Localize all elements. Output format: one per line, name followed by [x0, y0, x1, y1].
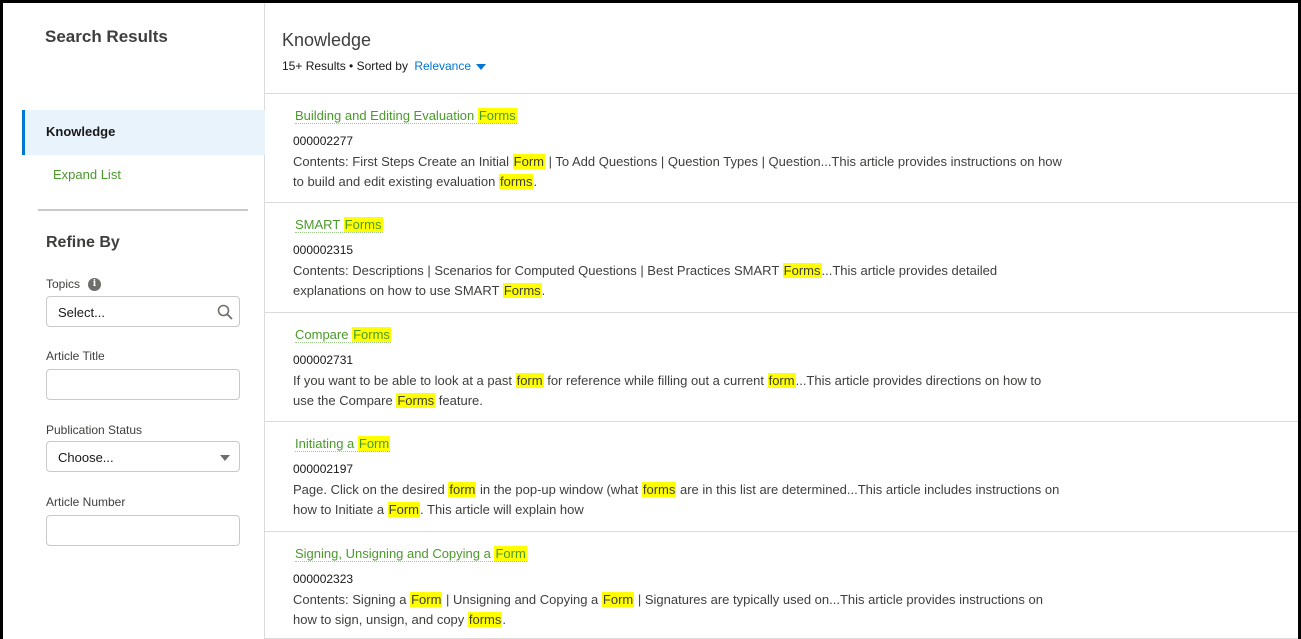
publication-status-value: Choose...: [58, 450, 114, 465]
article-number: 000002731: [293, 353, 354, 367]
text-segment: .: [533, 173, 538, 189]
results-meta: 15+ Results • Sorted by Relevance: [282, 59, 487, 73]
sidebar: Search Results Knowledge Expand List Ref…: [3, 3, 265, 639]
text-segment: Initiating a: [295, 436, 358, 451]
search-icon: [217, 304, 233, 320]
result-title-link[interactable]: SMART Forms: [295, 217, 383, 233]
text-segment: If you want to be able to look at a past: [293, 373, 516, 388]
text-segment: Contents: First Steps Create an Initial: [293, 154, 513, 169]
search-highlight: forms: [467, 611, 503, 627]
result-title-link[interactable]: Compare Forms: [295, 327, 391, 343]
result-summary: Page. Click on the desired form in the p…: [293, 480, 1063, 519]
chevron-down-icon: [220, 455, 230, 461]
nav-item-knowledge[interactable]: Knowledge: [22, 110, 265, 155]
text-segment: | Unsigning and Copying a: [442, 592, 602, 607]
search-highlight: forms: [641, 482, 677, 497]
text-segment: Contents: Descriptions | Scenarios for C…: [293, 263, 783, 278]
sidebar-title: Search Results: [45, 27, 168, 46]
sidebar-divider: [38, 209, 248, 211]
search-highlight: Form: [357, 436, 391, 451]
sort-value: Relevance: [414, 59, 472, 73]
text-segment: SMART: [295, 217, 344, 232]
search-highlight: Forms: [502, 282, 542, 298]
search-highlight: form: [448, 482, 477, 497]
text-segment: Signing, Unsigning and Copying a: [295, 546, 495, 561]
search-highlight: form: [515, 373, 544, 388]
sort-dropdown[interactable]: Relevance: [414, 59, 487, 73]
article-number-input[interactable]: [46, 515, 240, 546]
results-count: 15+ Results: [282, 59, 346, 73]
article-number: 000002323: [293, 572, 354, 586]
text-segment: Page. Click on the desired: [293, 482, 449, 497]
app-frame: Search Results Knowledge Expand List Ref…: [0, 0, 1301, 639]
topics-label-text: Topics: [46, 277, 81, 291]
result-item: Initiating a Form 000002197 Page. Click on…: [265, 422, 1298, 532]
article-number: 000002315: [293, 243, 354, 257]
text-segment: feature.: [435, 392, 483, 408]
topics-label: Topics i: [46, 277, 102, 292]
search-highlight: Form: [512, 154, 545, 169]
expand-list-link[interactable]: Expand List: [53, 167, 121, 182]
text-segment: . This article will explain how: [420, 501, 584, 517]
page-title: Knowledge: [282, 30, 372, 50]
search-highlight: Form: [494, 546, 527, 561]
result-item: Compare Forms 000002731 If you want to be …: [265, 313, 1298, 422]
search-highlight: Form: [601, 592, 635, 607]
text-segment: .: [541, 282, 546, 298]
result-summary: Contents: First Steps Create an Initial …: [293, 152, 1063, 191]
search-highlight: Forms: [396, 392, 436, 408]
refine-by-heading: Refine By: [46, 234, 120, 251]
main-content: Knowledge 15+ Results • Sorted by Releva…: [265, 3, 1298, 639]
text-segment: Contents: Signing a: [293, 592, 411, 607]
search-highlight: Form: [387, 501, 421, 517]
article-number: 000002277: [293, 134, 354, 148]
search-highlight: Forms: [477, 108, 517, 123]
result-summary: Contents: Signing a Form | Unsigning and…: [293, 590, 1063, 629]
article-number: 000002197: [293, 462, 354, 476]
search-highlight: form: [767, 373, 796, 388]
bullet-separator: •: [349, 59, 357, 73]
publication-status-select[interactable]: Choose...: [46, 441, 240, 472]
publication-status-label: Publication Status: [46, 423, 143, 437]
caret-down-icon: [476, 63, 487, 70]
result-item: Signing, Unsigning and Copying a Form 000…: [265, 532, 1298, 639]
topics-combobox[interactable]: Select...: [46, 296, 240, 327]
article-title-input[interactable]: [46, 369, 240, 400]
result-item: Building and Editing Evaluation Forms 000…: [265, 94, 1298, 203]
article-title-label: Article Title: [46, 349, 105, 363]
result-item: SMART Forms 000002315 Contents: Descriptio…: [265, 203, 1298, 313]
search-highlight: Forms: [343, 217, 383, 232]
result-title-link[interactable]: Initiating a Form: [295, 436, 391, 452]
result-summary: Contents: Descriptions | Scenarios for C…: [293, 261, 1063, 300]
article-number-label: Article Number: [46, 495, 126, 509]
text-segment: Building and Editing Evaluation: [295, 108, 478, 123]
result-title-link[interactable]: Building and Editing Evaluation Forms: [295, 108, 517, 124]
search-highlight: Forms: [782, 263, 822, 278]
search-highlight: Forms: [352, 327, 391, 342]
search-highlight: forms: [498, 173, 534, 189]
search-highlight: Form: [410, 592, 443, 607]
result-title-link[interactable]: Signing, Unsigning and Copying a Form: [295, 546, 527, 562]
result-summary: If you want to be able to look at a past…: [293, 371, 1063, 410]
text-segment: Compare: [295, 327, 353, 342]
text-segment: for reference while filling out a curren…: [543, 373, 768, 388]
text-segment: in the pop-up window (what: [476, 482, 642, 497]
sorted-by-label: Sorted by: [356, 59, 408, 73]
info-icon[interactable]: i: [88, 278, 102, 292]
nav-item-label: Knowledge: [46, 124, 116, 139]
topics-placeholder: Select...: [58, 305, 105, 320]
text-segment: .: [502, 611, 507, 627]
